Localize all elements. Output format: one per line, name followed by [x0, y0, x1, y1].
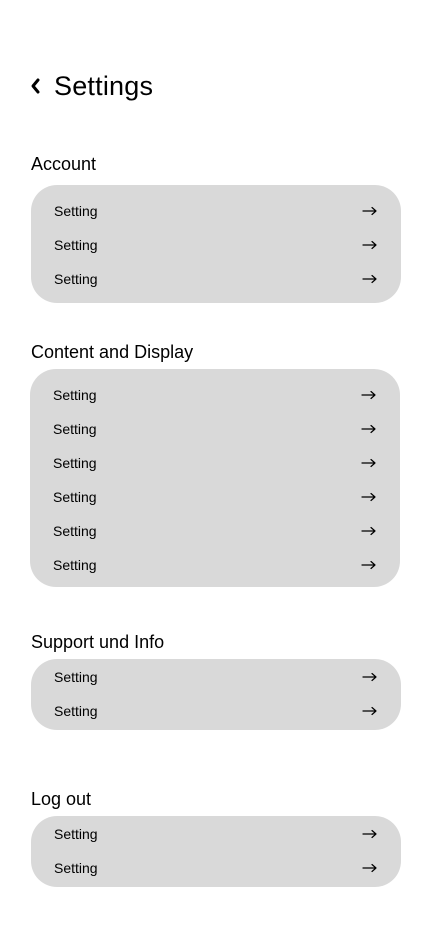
settings-row-label: Setting [54, 237, 98, 253]
settings-row-label: Setting [53, 387, 97, 403]
settings-row[interactable]: Setting [30, 548, 400, 582]
chevron-left-icon[interactable] [29, 74, 45, 98]
arrow-right-icon [361, 526, 377, 536]
settings-card-account: Setting Setting Setting [31, 185, 401, 303]
arrow-right-icon [361, 390, 377, 400]
settings-row[interactable]: Setting [31, 660, 401, 694]
settings-row-label: Setting [54, 860, 98, 876]
settings-row-label: Setting [54, 826, 98, 842]
settings-row[interactable]: Setting [31, 228, 401, 262]
settings-row[interactable]: Setting [30, 412, 400, 446]
arrow-right-icon [361, 560, 377, 570]
settings-row[interactable]: Setting [30, 446, 400, 480]
settings-row-label: Setting [54, 203, 98, 219]
settings-row-label: Setting [53, 523, 97, 539]
settings-row[interactable]: Setting [31, 694, 401, 728]
arrow-right-icon [361, 492, 377, 502]
settings-row-label: Setting [54, 669, 98, 685]
settings-row[interactable]: Setting [31, 262, 401, 296]
settings-card-log-out: Setting Setting [31, 816, 401, 887]
settings-row[interactable]: Setting [30, 514, 400, 548]
settings-card-support-und-info: Setting Setting [31, 659, 401, 730]
settings-row-label: Setting [53, 489, 97, 505]
section-label-content-and-display: Content and Display [31, 342, 194, 362]
settings-row[interactable]: Setting [31, 851, 401, 885]
settings-row-label: Setting [53, 455, 97, 471]
arrow-right-icon [362, 240, 378, 250]
settings-row-label: Setting [53, 557, 97, 573]
arrow-right-icon [362, 274, 378, 284]
settings-row[interactable]: Setting [31, 194, 401, 228]
settings-row-label: Setting [54, 271, 98, 287]
section-label-log-out: Log out [31, 789, 92, 809]
arrow-right-icon [362, 206, 378, 216]
arrow-right-icon [361, 458, 377, 468]
arrow-right-icon [362, 863, 378, 873]
settings-row[interactable]: Setting [31, 817, 401, 851]
header: Settings [29, 68, 153, 104]
section-label-support-und-info: Support und Info [31, 632, 165, 652]
section-label-account: Account [31, 154, 97, 174]
settings-row-label: Setting [53, 421, 97, 437]
arrow-right-icon [362, 706, 378, 716]
settings-card-content-and-display: Setting Setting Setting Setting Setting … [30, 369, 400, 587]
settings-row-label: Setting [54, 703, 98, 719]
arrow-right-icon [362, 829, 378, 839]
page-title: Settings [54, 70, 154, 101]
arrow-right-icon [362, 672, 378, 682]
arrow-right-icon [361, 424, 377, 434]
settings-row[interactable]: Setting [30, 480, 400, 514]
settings-row[interactable]: Setting [30, 378, 400, 412]
